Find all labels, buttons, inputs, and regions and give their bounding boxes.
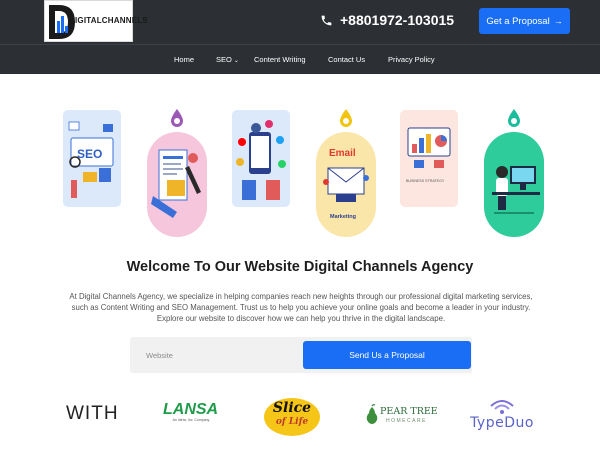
- chevron-down-icon: ⌄: [233, 58, 239, 64]
- nav-item-content-writing[interactable]: Content Writing: [254, 45, 306, 75]
- nav-item-seo[interactable]: SEO ⌄: [216, 45, 239, 75]
- content-writing-illustration: [147, 132, 207, 237]
- nav-item-home[interactable]: Home: [174, 45, 194, 75]
- phone-number-text: +8801972-103015: [340, 12, 455, 28]
- phone-icon: [321, 15, 332, 25]
- client-logo-typeduo-text: TypeDuo: [470, 415, 534, 431]
- get-proposal-label: Get a Proposal: [486, 15, 550, 27]
- client-logo-pear-tree: PEAR TREE HOMECARE: [366, 404, 442, 430]
- get-proposal-button[interactable]: Get a Proposal →: [479, 8, 570, 34]
- social-media-illustration: [232, 110, 290, 207]
- client-logo-typeduo: TypeDuo: [466, 398, 538, 434]
- client-logo-pear-tree-text: PEAR TREE: [380, 406, 438, 417]
- seo-label: SEO: [77, 147, 102, 161]
- logo-text: DIGITALCHANNELS: [69, 16, 148, 25]
- phone-number[interactable]: +8801972-103015: [320, 11, 454, 29]
- nav-item-privacy-policy[interactable]: Privacy Policy: [388, 45, 435, 75]
- client-logo-of-life-text: of Life: [275, 417, 309, 427]
- welcome-title: Welcome To Our Website Digital Channels …: [126, 259, 474, 275]
- client-logo-slice-of-life: Slice of Life: [263, 397, 321, 437]
- email-marketing-illustration: Email Marketing: [316, 132, 376, 237]
- client-logo-with: WITH: [66, 403, 119, 425]
- nav-item-contact-us[interactable]: Contact Us: [328, 45, 365, 75]
- wifi-signal-icon: [490, 400, 514, 414]
- teal-drop-icon: [508, 109, 520, 127]
- send-proposal-button[interactable]: Send Us a Proposal: [303, 341, 471, 369]
- client-logo-slice-text: Slice: [272, 400, 312, 416]
- client-logo-homecare-text: HOMECARE: [386, 418, 427, 424]
- proposal-form: Send Us a Proposal: [130, 337, 472, 373]
- client-logo-with-text: WITH: [66, 403, 119, 424]
- site-logo[interactable]: DIGITALCHANNELS: [44, 0, 148, 42]
- marketing-label: Marketing: [330, 214, 356, 220]
- pear-icon: [366, 404, 378, 424]
- business-strategy-label: BUSINESS STRATEGY: [406, 179, 445, 183]
- website-input[interactable]: [138, 341, 302, 369]
- main-nav: Home SEO ⌄ Content Writing Contact Us Pri…: [0, 44, 600, 74]
- developer-illustration: [484, 132, 544, 237]
- email-label: Email: [329, 148, 356, 159]
- client-logo-lansa: LANSA An Idera, Inc. Company: [163, 401, 219, 427]
- client-logo-lansa-sub: An Idera, Inc. Company: [172, 418, 210, 422]
- yellow-drop-icon: [340, 109, 352, 127]
- purple-drop-icon: [171, 109, 183, 127]
- top-header: DIGITALCHANNELS +8801972-103015 Get a Pr…: [0, 0, 600, 44]
- nav-item-seo-label: SEO: [216, 55, 232, 64]
- welcome-body: At Digital Channels Agency, we specializ…: [69, 292, 533, 323]
- client-logo-lansa-text: LANSA: [163, 401, 219, 418]
- seo-illustration: SEO: [63, 110, 121, 207]
- arrow-right-icon: →: [553, 16, 563, 26]
- business-strategy-illustration: BUSINESS STRATEGY: [400, 110, 458, 207]
